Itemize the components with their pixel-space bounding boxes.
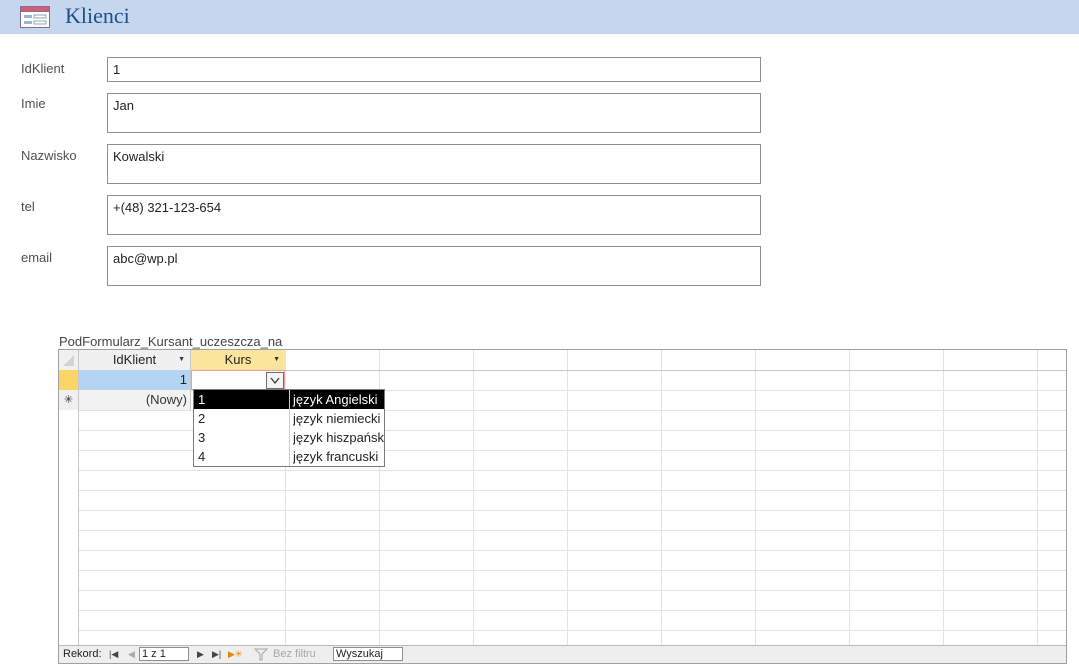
new-record-cell[interactable]: (Nowy)	[79, 390, 190, 410]
cell-idklient[interactable]: 1	[79, 370, 190, 390]
search-input[interactable]: Wyszukaj	[333, 647, 403, 661]
option-name: język francuski	[293, 449, 379, 464]
last-record-icon[interactable]: ▶|	[212, 646, 221, 663]
option-id: 4	[198, 449, 206, 464]
form-title: Klienci	[65, 3, 130, 28]
filter-status[interactable]: Bez filtru	[273, 646, 316, 663]
option-name: język niemiecki	[293, 411, 381, 426]
tel-label: tel	[21, 199, 35, 214]
option-name: język Angielski	[293, 392, 378, 407]
imie-label: Imie	[21, 96, 46, 111]
select-all-corner[interactable]	[59, 350, 78, 370]
idklient-label: IdKlient	[21, 61, 65, 76]
kurs-dropdown-list[interactable]: 1 język Angielski 2 język niemiecki 3 ję…	[193, 389, 385, 467]
option-id: 3	[198, 430, 206, 445]
new-record-icon[interactable]: ▶✳	[228, 646, 242, 663]
chevron-down-icon	[270, 377, 280, 384]
nazwisko-label: Nazwisko	[21, 148, 77, 163]
option-name: język hiszpański	[293, 430, 384, 445]
column-header-idklient[interactable]: IdKlient ▼	[79, 350, 190, 370]
combo-dropdown-button[interactable]	[266, 372, 284, 389]
filter-icon	[254, 648, 268, 661]
dropdown-column-divider	[289, 390, 290, 466]
form-icon	[20, 6, 50, 28]
first-record-icon[interactable]: |◀	[109, 646, 118, 663]
email-label: email	[21, 250, 53, 265]
column-header-kurs[interactable]: Kurs ▼	[191, 350, 285, 370]
record-selector-current[interactable]	[59, 370, 78, 390]
next-record-icon[interactable]: ▶	[197, 646, 204, 663]
new-record-marker-icon[interactable]: ✳	[59, 390, 78, 410]
option-id: 1	[198, 392, 206, 407]
record-navigation-bar: Rekord: |◀ ◀ 1 z 1 ▶ ▶| ▶✳ Bez filtru Wy…	[59, 645, 1066, 663]
form-header: Klienci	[0, 0, 1079, 34]
column-header-kurs-label: Kurs	[224, 352, 252, 367]
imie-field[interactable]: Jan	[107, 93, 761, 133]
option-id: 2	[198, 411, 206, 426]
record-position-input[interactable]: 1 z 1	[139, 647, 189, 661]
corner-triangle-icon	[63, 355, 74, 366]
sort-dropdown-icon[interactable]: ▼	[178, 350, 185, 370]
column-header-idklient-label: IdKlient	[112, 352, 157, 367]
nazwisko-field[interactable]: Kowalski	[107, 144, 761, 184]
idklient-field[interactable]: 1	[107, 57, 761, 82]
sort-dropdown-icon[interactable]: ▼	[273, 350, 280, 370]
email-field[interactable]: abc@wp.pl	[107, 246, 761, 286]
tel-field[interactable]: +(48) 321-123-654	[107, 195, 761, 235]
record-label: Rekord:	[63, 648, 102, 660]
previous-record-icon[interactable]: ◀	[128, 646, 135, 663]
subform-label: PodFormularz_Kursant_uczeszcza_na	[59, 334, 283, 349]
